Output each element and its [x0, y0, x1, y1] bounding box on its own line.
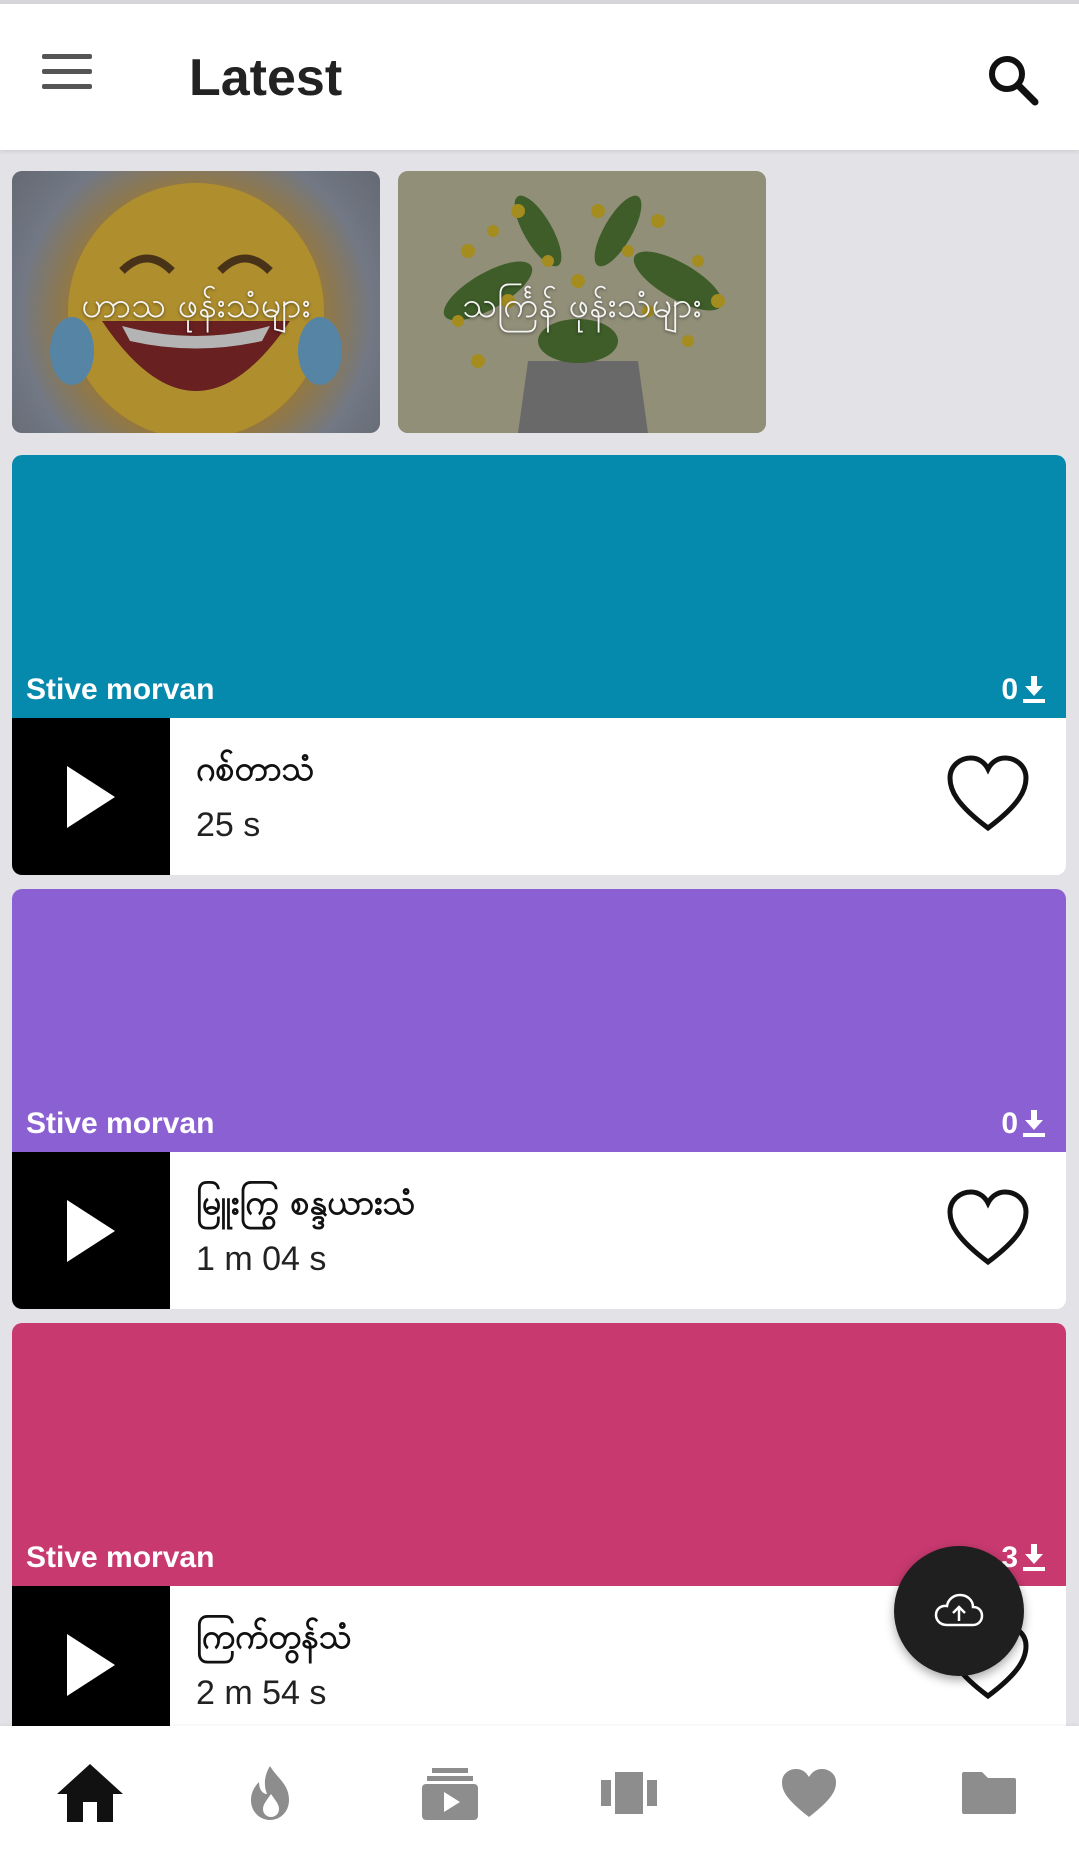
download-count-value: 0	[1001, 1107, 1018, 1140]
ringtone-card: Stive morvan 0 မြူးကြွ စန္ဒယားသံ 1 m 04 …	[12, 889, 1066, 1309]
nav-home[interactable]	[50, 1753, 130, 1833]
play-button[interactable]	[12, 1586, 170, 1726]
hamburger-menu-icon[interactable]	[42, 54, 98, 100]
play-icon	[67, 1199, 115, 1262]
nav-trending[interactable]	[230, 1753, 310, 1833]
play-button[interactable]	[12, 718, 170, 875]
author-name: Stive morvan	[26, 1541, 215, 1574]
play-icon	[67, 765, 115, 828]
ringtone-row: ဂစ်တာသံ 25 s	[12, 718, 1066, 875]
folder-icon	[962, 1772, 1017, 1814]
playlist-icon	[421, 1768, 478, 1820]
nav-favorites[interactable]	[769, 1753, 849, 1833]
category-label: သင်္ကြန် ဖုန်းသံများ	[462, 285, 702, 326]
category-card-comedy[interactable]: ဟာသ ဖုန်းသံများ	[12, 171, 380, 433]
category-card-thingyan[interactable]: သင်္ကြန် ဖုန်းသံများ	[398, 171, 766, 433]
download-count[interactable]: 0	[1001, 1107, 1046, 1141]
category-label: ဟာသ ဖုန်းသံများ	[81, 285, 311, 326]
play-icon	[67, 1633, 115, 1696]
ringtone-name: ကြက်တွန်သံ	[196, 1617, 352, 1657]
upload-fab[interactable]	[894, 1546, 1024, 1676]
bottom-navigation	[0, 1726, 1079, 1860]
ringtone-name: ဂစ်တာသံ	[196, 749, 315, 789]
carousel-icon	[601, 1772, 658, 1814]
heart-icon	[782, 1769, 837, 1817]
ringtone-duration: 2 m 54 s	[196, 1674, 327, 1712]
home-icon	[56, 1764, 123, 1822]
heart-outline-icon[interactable]	[946, 1188, 1030, 1268]
author-name: Stive morvan	[26, 673, 215, 706]
nav-categories[interactable]	[589, 1753, 669, 1833]
download-icon	[1023, 676, 1045, 703]
author-name: Stive morvan	[26, 1107, 215, 1140]
download-count-value: 0	[1001, 673, 1018, 706]
cloud-upload-icon	[934, 1593, 984, 1627]
page-title: Latest	[189, 49, 343, 107]
play-button[interactable]	[12, 1152, 170, 1309]
ringtone-name: မြူးကြွ စန္ဒယားသံ	[196, 1183, 416, 1223]
nav-folder[interactable]	[949, 1753, 1029, 1833]
heart-outline-icon[interactable]	[946, 754, 1030, 834]
search-icon[interactable]	[985, 52, 1041, 108]
ringtone-duration: 25 s	[196, 806, 261, 844]
ringtone-duration: 1 m 04 s	[196, 1240, 327, 1278]
app-bar: Latest	[0, 4, 1079, 150]
download-count[interactable]: 0	[1001, 673, 1046, 707]
download-icon	[1023, 1544, 1045, 1571]
ringtone-card: Stive morvan 3 ကြက်တွန်သံ 2 m 54 s	[12, 1323, 1066, 1726]
nav-playlists[interactable]	[410, 1753, 490, 1833]
ringtone-card: Stive morvan 0 ဂစ်တာသံ 25 s	[12, 455, 1066, 875]
ringtone-row: မြူးကြွ စန္ဒယားသံ 1 m 04 s	[12, 1152, 1066, 1309]
fire-icon	[250, 1766, 289, 1820]
download-icon	[1023, 1110, 1045, 1137]
